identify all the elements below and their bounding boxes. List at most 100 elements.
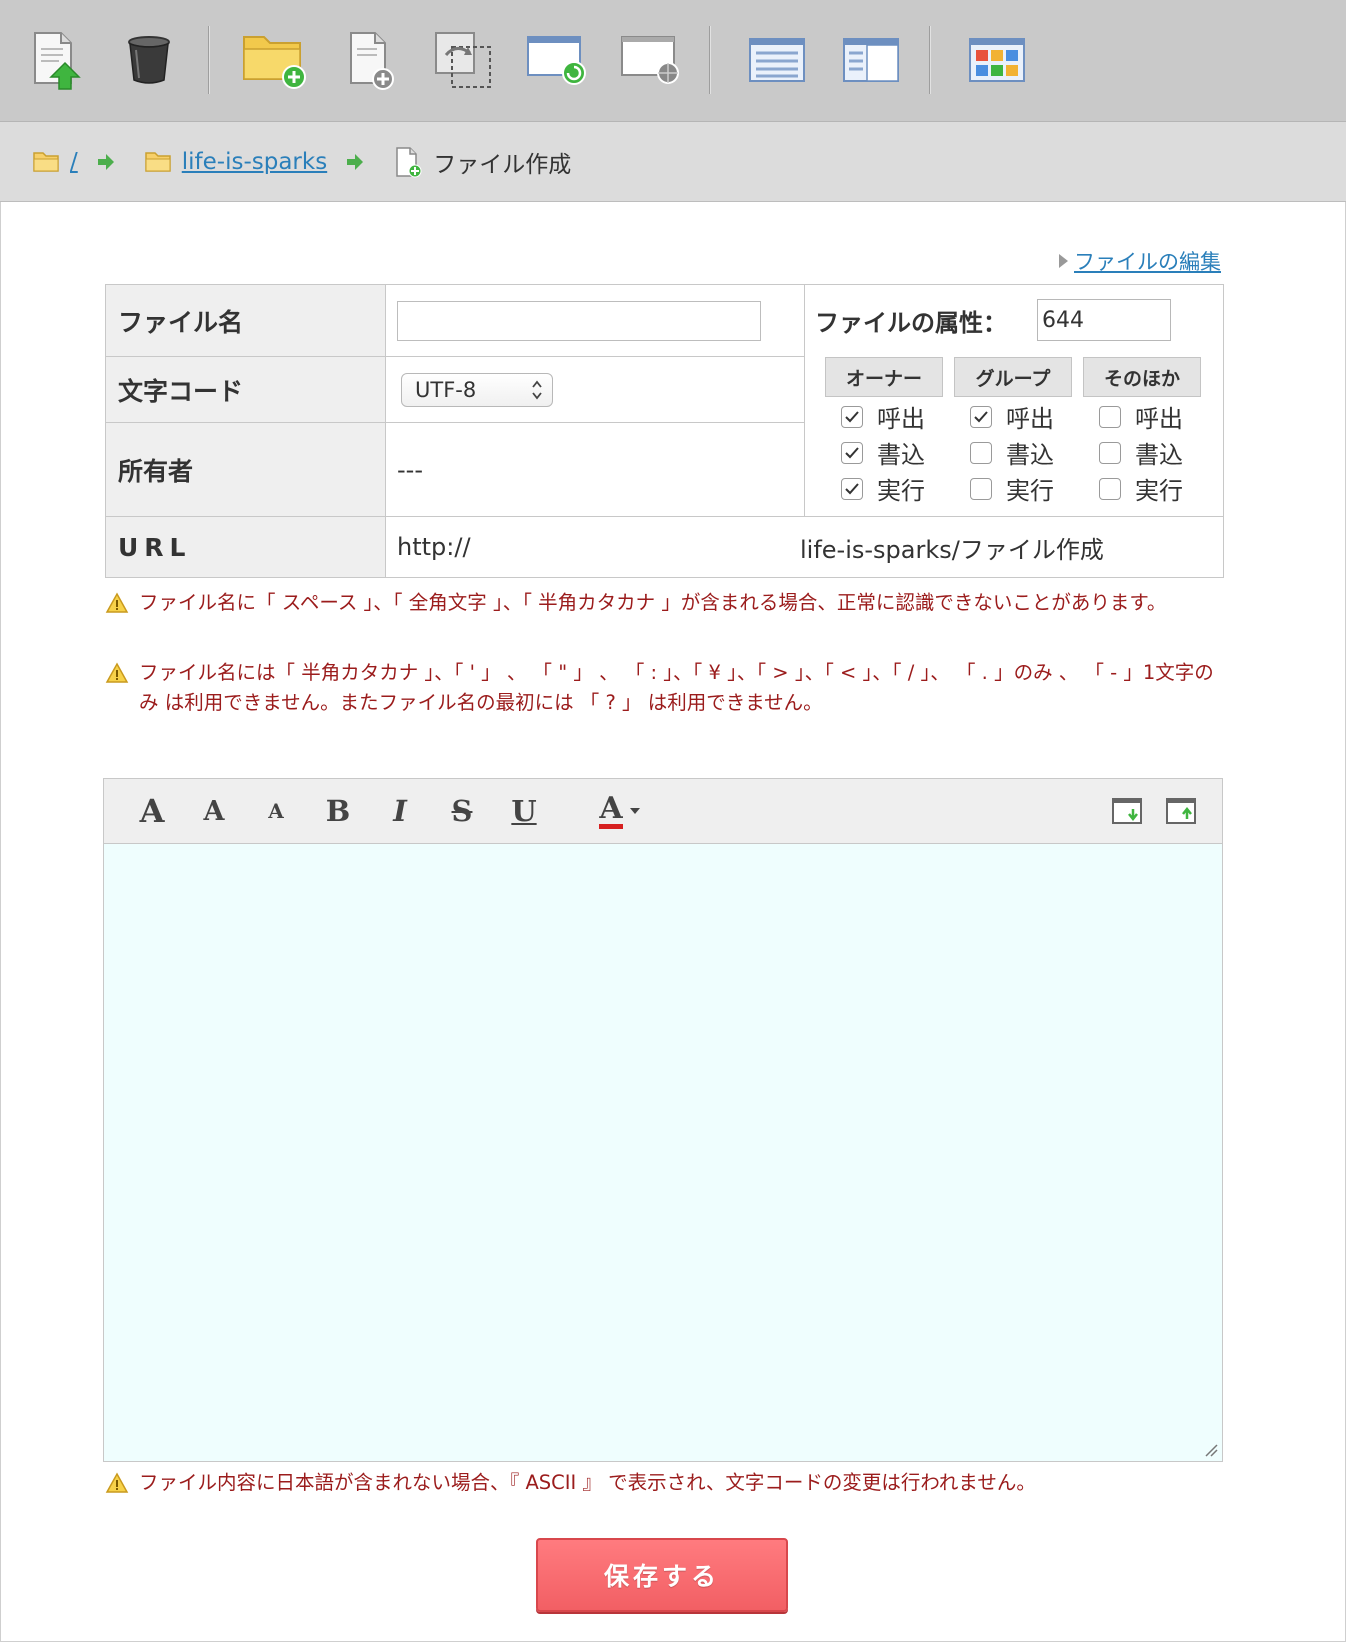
triangle-right-icon [1059,254,1068,268]
charset-cell: UTF-8 [386,357,805,423]
bold-button[interactable]: B [320,791,356,831]
perm-header-other: そのほか [1083,357,1201,397]
perm-group-checkbox-2[interactable] [970,441,992,464]
file-property-table: ファイル名 文字コード UTF-8 所有者 --- ファイルの属性： 644 オ… [105,284,1224,578]
perm-other-checkbox-2[interactable] [1099,441,1121,464]
checkmark-icon [845,410,859,422]
perm-owner-row-3: 実行 [841,471,925,506]
perm-group-row-2: 書込 [970,435,1054,470]
breadcrumb-current: ファイル作成 [393,145,571,179]
checkmark-icon [845,446,859,458]
filename-input[interactable] [397,300,761,341]
perm-owner-label-3: 実行 [877,477,925,505]
font-small-label: A [268,799,284,823]
perm-other-label-1: 呼出 [1135,405,1183,433]
perm-owner-checkbox-3[interactable] [841,477,863,500]
perm-group-label-3: 実行 [1006,477,1054,505]
new-file-small-icon [396,146,422,177]
perm-other-checkbox-3[interactable] [1099,477,1121,500]
new-folder-icon [243,36,306,89]
checkmark-icon [845,482,859,494]
warning-ascii-text: ファイル内容に日本語が含まれない場合、『 ASCII 』 で表示され、文字コード… [139,1471,1036,1494]
warning-filename-forbidden: ファイル名には「 半角カタカナ 」、「 ' 」 、 「 " 」 、 「 : 」、… [105,658,1225,718]
perm-header-owner-text: オーナー [845,367,922,390]
font-small-button[interactable]: A [258,791,294,831]
perm-other-checkbox-1[interactable] [1099,405,1121,428]
file-content-textarea[interactable] [104,844,1222,1461]
breadcrumb: / life-is-sparks ファイル作成 [0,122,1346,202]
checkmark-icon [974,410,988,422]
reload-button[interactable] [522,26,592,94]
load-file-button[interactable] [1108,791,1148,831]
edit-file-link[interactable]: ファイルの編集 [1074,246,1221,276]
font-color-button[interactable]: A [592,791,648,831]
split-view-button[interactable] [836,26,906,94]
strikethrough-button[interactable]: S [444,791,480,831]
breadcrumb-root-link[interactable]: / [70,149,78,175]
arrow-right-icon [97,153,114,170]
charset-select[interactable]: UTF-8 [401,372,553,407]
list-view-button[interactable] [742,26,812,94]
upload-button[interactable] [20,26,90,94]
export-file-button[interactable] [1162,791,1202,831]
download-window-icon [1112,798,1142,824]
warning-icon [105,1472,129,1493]
file-attribute-label: ファイルの属性： [815,309,1007,337]
perm-group-checkbox-3[interactable] [970,477,992,500]
underline-label: U [511,794,537,828]
perm-group-label-2: 書込 [1006,441,1054,469]
copy-button[interactable] [428,26,498,94]
resize-grip-icon[interactable] [1204,1443,1218,1457]
perm-group-checkbox-1[interactable] [970,405,992,428]
font-color-label: A [599,793,623,829]
perm-header-group-text: グループ [975,367,1051,390]
url-path: life-is-sparks/ファイル作成 [800,535,1104,564]
perm-other-row-3: 実行 [1099,471,1183,506]
preview-button[interactable] [616,26,686,94]
font-medium-button[interactable]: A [196,791,232,831]
perm-header-owner: オーナー [825,357,943,397]
toolbar-separator [208,26,210,94]
trash-icon [128,36,170,84]
breadcrumb-root[interactable]: / [32,149,78,175]
file-attribute-value: 644 [1042,307,1084,333]
new-file-button[interactable] [336,26,406,94]
edit-file-link-wrap: ファイルの編集 [1059,246,1221,276]
editor-toolbar: A A A B I S U A [104,779,1222,844]
perm-group-label-1: 呼出 [1006,405,1054,433]
split-view-icon [843,38,899,82]
warning-icon [105,592,129,613]
copy-icon [435,32,491,88]
url-cell: http:// life-is-sparks/ファイル作成 [386,517,1223,577]
file-attribute-input[interactable]: 644 [1037,299,1171,341]
font-large-label: A [139,792,165,830]
charset-label: 文字コード [106,357,386,423]
breadcrumb-folder-link[interactable]: life-is-sparks [182,149,327,175]
perm-owner-checkbox-1[interactable] [841,405,863,428]
charset-select-value: UTF-8 [415,377,477,402]
upload-window-icon [1166,798,1196,824]
owner-value: --- [397,455,423,484]
perm-owner-row-1: 呼出 [841,399,925,434]
folder-icon [33,151,59,172]
refresh-window-icon [527,36,586,85]
url-label-text: URL [118,532,192,562]
filename-cell [386,285,805,357]
perm-other-label-3: 実行 [1135,477,1183,505]
content-frame: ファイルの編集 ファイル名 文字コード UTF-8 所有者 --- ファイルの属… [0,202,1346,1642]
underline-button[interactable]: U [506,791,542,831]
warning-filename-forbidden-text: ファイル名には「 半角カタカナ 」、「 ' 」 、 「 " 」 、 「 : 」、… [139,661,1214,714]
toolbar-separator [709,26,711,94]
font-large-button[interactable]: A [134,791,170,831]
breadcrumb-folder[interactable]: life-is-sparks [144,149,327,175]
tile-view-button[interactable] [962,26,1032,94]
filename-label-text: ファイル名 [118,307,244,337]
perm-owner-label-1: 呼出 [877,405,925,433]
italic-button[interactable]: I [382,791,418,831]
save-button[interactable]: 保存する [536,1538,788,1612]
perm-owner-checkbox-2[interactable] [841,441,863,464]
filename-label: ファイル名 [106,285,386,357]
new-folder-button[interactable] [238,26,308,94]
delete-button[interactable] [114,26,184,94]
breadcrumb-current-label: ファイル作成 [433,151,572,178]
